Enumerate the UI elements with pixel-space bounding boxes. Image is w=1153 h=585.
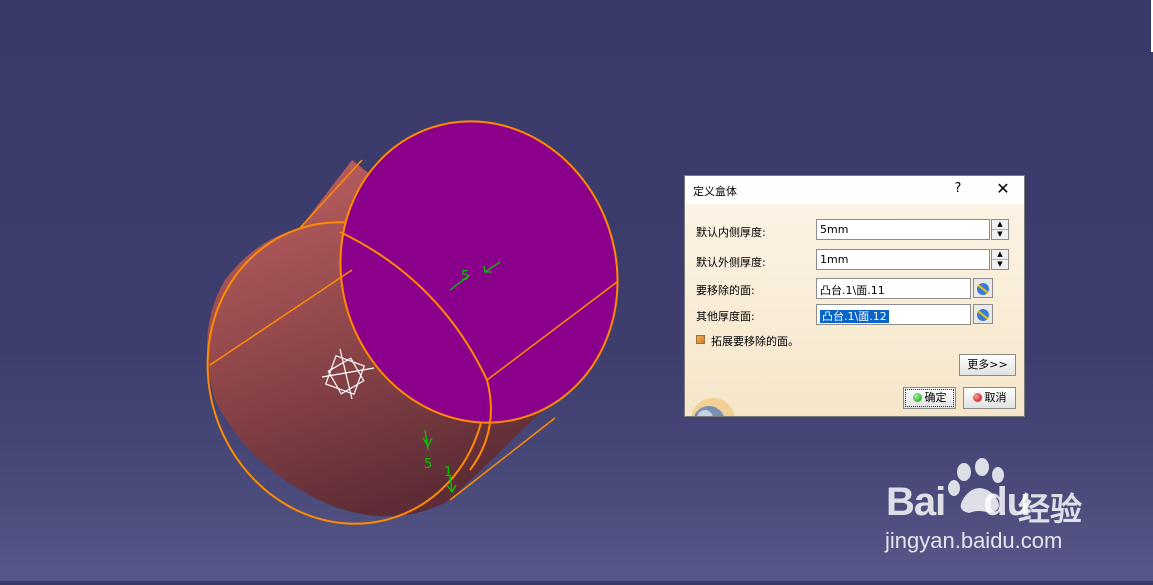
- extend-faces-label: 拓展要移除的面。: [711, 335, 799, 348]
- outer-thickness-spinner[interactable]: ▲ ▼: [991, 249, 1009, 270]
- define-shell-dialog[interactable]: 定义盒体 ? ✕ 默认内侧厚度: 5mm ▲ ▼ 默认外侧厚度: 1mm ▲ ▼…: [684, 175, 1025, 417]
- inner-thickness-input[interactable]: 5mm: [816, 219, 990, 240]
- face-picker-icon: [977, 283, 989, 295]
- help-button[interactable]: ?: [951, 181, 965, 197]
- dialog-titlebar[interactable]: 定义盒体 ? ✕: [685, 176, 1024, 204]
- ok-button[interactable]: 确定: [903, 387, 956, 409]
- face-picker-icon: [977, 309, 989, 321]
- cancel-icon: [972, 393, 982, 402]
- spin-up-icon[interactable]: ▲: [992, 220, 1008, 230]
- spin-up-icon[interactable]: ▲: [992, 250, 1008, 260]
- watermark-url: jingyan.baidu.com: [885, 528, 1063, 553]
- inner-thickness-label: 默认内侧厚度:: [696, 226, 766, 239]
- inner-thickness-spinner[interactable]: ▲ ▼: [991, 219, 1009, 240]
- other-thickness-faces-input[interactable]: 凸台.1\面.12: [816, 304, 971, 325]
- extend-faces-checkbox[interactable]: [696, 335, 705, 344]
- close-button[interactable]: ✕: [994, 180, 1012, 198]
- other-thickness-faces-picker-button[interactable]: [973, 304, 993, 324]
- watermark-cn: 经验: [1018, 490, 1083, 528]
- outer-thickness-input[interactable]: 1mm: [816, 249, 990, 270]
- cancel-button[interactable]: 取消: [963, 387, 1016, 409]
- more-button[interactable]: 更多>>: [959, 354, 1016, 376]
- spin-down-icon[interactable]: ▼: [992, 260, 1008, 269]
- faces-to-remove-input[interactable]: 凸台.1\面.11: [816, 278, 971, 299]
- spin-down-icon[interactable]: ▼: [992, 230, 1008, 239]
- dialog-body: 默认内侧厚度: 5mm ▲ ▼ 默认外侧厚度: 1mm ▲ ▼ 要移除的面: 凸…: [685, 204, 1024, 416]
- thickness-label-bottom-b: 1: [444, 465, 452, 480]
- ok-icon: [912, 393, 922, 402]
- thickness-label-bottom-a: 5: [424, 457, 432, 472]
- outer-thickness-label: 默认外侧厚度:: [696, 256, 766, 269]
- dialog-title: 定义盒体: [693, 185, 737, 198]
- faces-to-remove-picker-button[interactable]: [973, 278, 993, 298]
- faces-to-remove-label: 要移除的面:: [696, 284, 755, 297]
- thickness-label-top: 5: [461, 269, 469, 284]
- corner-globe-decoration: [691, 398, 735, 416]
- watermark-brand: Bai du: [886, 480, 1031, 524]
- other-thickness-faces-label: 其他厚度面:: [696, 310, 755, 323]
